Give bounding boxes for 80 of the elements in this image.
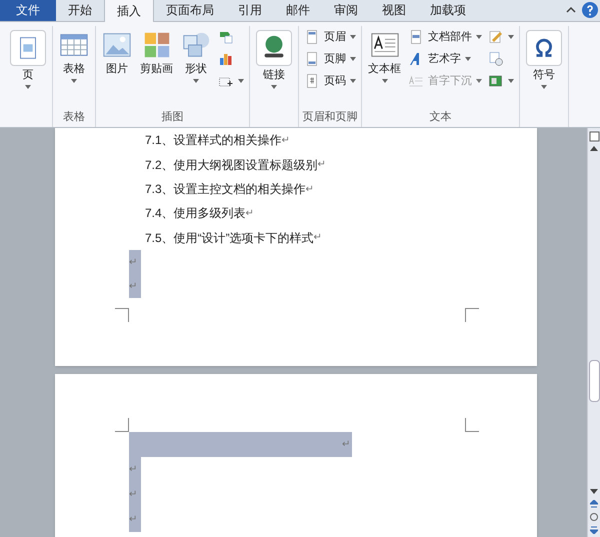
group-label: 页眉和页脚 [302, 110, 358, 126]
paragraph-mark: ↵ [306, 182, 314, 197]
ribbon-tab[interactable]: 邮件 [274, 0, 322, 21]
paragraph-mark: ↵ [318, 158, 326, 172]
paragraph-mark: ↵ [129, 463, 137, 477]
caret-icon [238, 79, 244, 83]
ribbon-button[interactable]: 符号 [523, 26, 565, 108]
scrollbar-thumb[interactable] [588, 360, 600, 402]
caret-icon [476, 35, 482, 39]
ribbon-tab[interactable]: 文件 [0, 0, 56, 21]
ribbon-button[interactable]: 剪贴画 [137, 26, 176, 108]
ribbon-button[interactable]: 文本框 [365, 26, 404, 108]
ribbon-tab[interactable]: 引用 [226, 0, 274, 21]
caret-icon [382, 79, 388, 83]
margin-corner-mark [465, 308, 479, 322]
caret-icon [350, 79, 356, 83]
document-line: 7.5、使用“设计”选项卡下的样式 [145, 230, 314, 247]
ribbon-tab[interactable]: 视图 [370, 0, 418, 21]
ruler-toggle-icon[interactable] [588, 131, 600, 142]
previous-page-icon[interactable] [590, 500, 598, 508]
ribbon-tab[interactable]: 页面布局 [154, 0, 226, 21]
margin-corner-mark [115, 308, 129, 322]
paragraph-mark: ↵ [129, 488, 137, 502]
ribbon-button[interactable]: 页脚 [302, 48, 358, 70]
help-icon[interactable] [582, 2, 598, 18]
paragraph-mark: ↵ [282, 134, 290, 148]
caret-icon [350, 35, 356, 39]
ribbon-tab[interactable]: 加载项 [418, 0, 478, 21]
paragraph-mark: ↵ [129, 280, 137, 294]
next-page-icon[interactable] [590, 526, 598, 534]
document-line: 7.4、使用多级列表 [145, 205, 246, 222]
caret-icon [508, 35, 514, 39]
document-line: 7.3、设置主控文档的相关操作 [145, 181, 306, 198]
object-icon [488, 73, 504, 89]
group-label: 插图 [162, 110, 184, 126]
signature-line-icon [488, 29, 504, 45]
caret-icon [508, 79, 514, 83]
paragraph-mark: ↵ [129, 256, 137, 270]
scroll-up-icon[interactable] [590, 146, 598, 151]
caret-icon [465, 57, 471, 61]
page-number-icon [304, 73, 320, 89]
document-line: 7.1、设置样式的相关操作 [145, 132, 282, 150]
caret-icon [476, 79, 482, 83]
footer-icon [304, 51, 320, 67]
smartart-icon [218, 29, 234, 45]
document-line: 7.2、使用大纲视图设置标题级别 [145, 156, 318, 174]
bar-chart-icon [218, 51, 234, 67]
scroll-down-icon[interactable] [590, 489, 598, 494]
ribbon-button[interactable]: 链接 [253, 26, 295, 108]
caret-icon [271, 85, 277, 89]
ribbon-button[interactable]: 页 [7, 26, 49, 108]
paragraph-mark: ↵ [342, 438, 350, 452]
ribbon-button[interactable]: 图片 [99, 26, 135, 108]
browse-object-icon[interactable] [590, 513, 598, 521]
paragraph-mark: ↵ [314, 231, 322, 246]
paragraph-mark: ↵ [129, 513, 137, 527]
margin-corner-mark [465, 418, 479, 432]
caret-icon [350, 57, 356, 61]
vertical-scrollbar[interactable] [587, 128, 600, 537]
ribbon-tab[interactable]: 插入 [104, 0, 154, 22]
header-icon [304, 29, 320, 45]
caret-icon [25, 85, 31, 89]
collapse-ribbon-icon[interactable] [566, 6, 576, 14]
paragraph-mark: ↵ [246, 206, 254, 221]
date-time-icon [488, 51, 504, 67]
ribbon-button[interactable]: 艺术字 [406, 48, 484, 70]
ribbon-tab[interactable]: 开始 [56, 0, 104, 21]
margin-corner-mark [115, 418, 129, 432]
caret-icon [193, 79, 199, 83]
ribbon-button[interactable]: 页码 [302, 70, 358, 92]
caret-icon [541, 85, 547, 89]
ribbon-button[interactable]: 表格 [56, 26, 92, 108]
group-label: 文本 [430, 110, 452, 126]
ribbon-button[interactable]: 页眉 [302, 26, 358, 48]
ribbon-tab[interactable]: 审阅 [322, 0, 370, 21]
group-label: 表格 [63, 110, 85, 126]
caret-icon [71, 79, 77, 83]
ribbon-button[interactable]: 文档部件 [406, 26, 484, 48]
document-parts-icon [408, 29, 424, 45]
ribbon-button[interactable]: 形状 [178, 26, 214, 108]
